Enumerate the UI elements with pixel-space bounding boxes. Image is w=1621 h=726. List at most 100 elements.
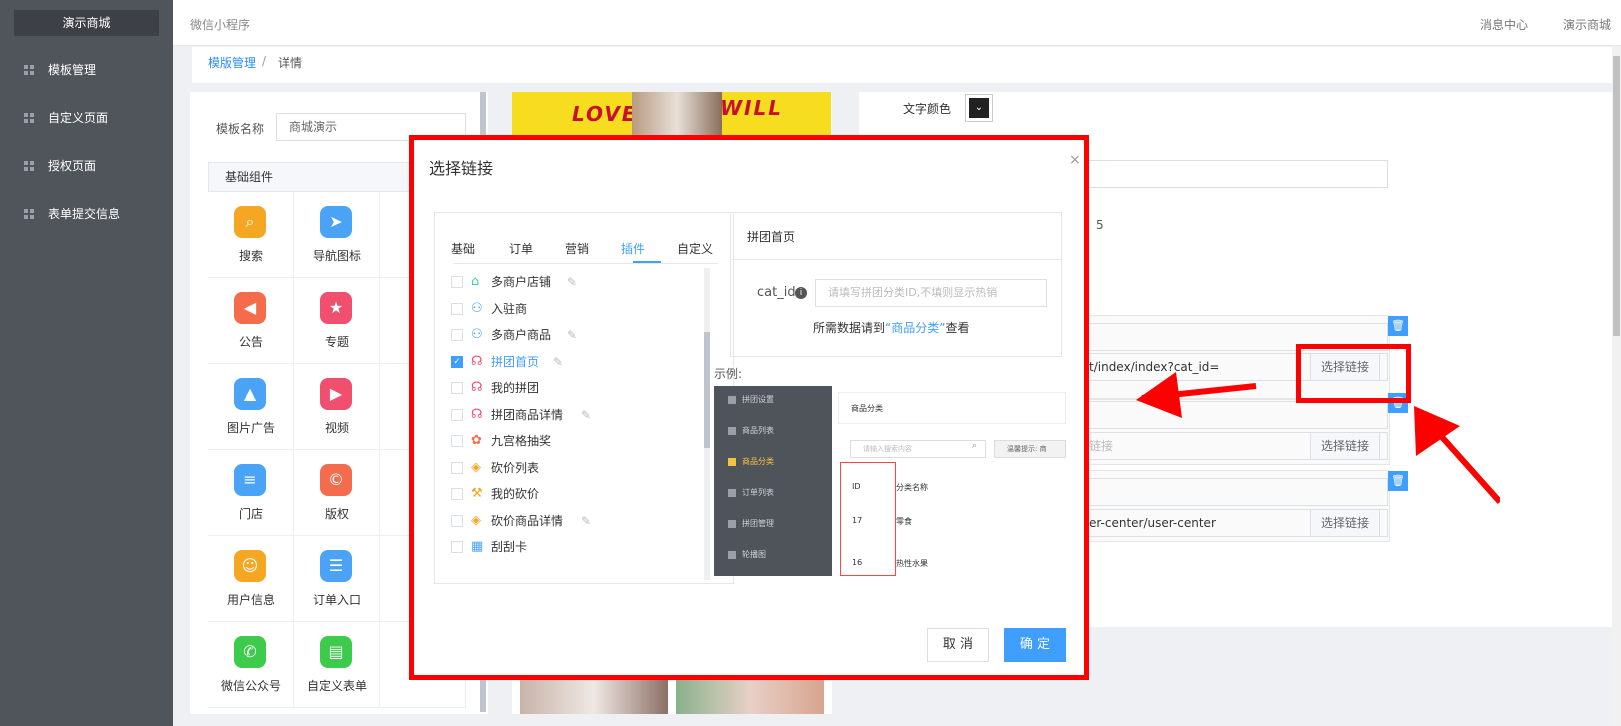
user-icon: ⚇ (471, 300, 483, 316)
sidebar-item-label: 授权页面 (48, 159, 97, 173)
shop-logo[interactable]: 演示商城 (14, 10, 159, 36)
info-icon[interactable]: i (795, 287, 807, 299)
component-item[interactable]: ▶ 视频 (294, 364, 380, 450)
count-value: 5 (1096, 218, 1104, 232)
list-item[interactable]: ◈ 砍价列表 (451, 455, 711, 481)
component-item[interactable]: ⌕ 搜索 (208, 192, 294, 278)
preview-photo[interactable] (676, 680, 824, 714)
list-item[interactable]: ⚇ 多商户商品 ✎ (451, 322, 711, 348)
edit-icon[interactable]: ✎ (553, 349, 563, 375)
tab-order[interactable]: 订单 (509, 240, 533, 257)
grid-icon (728, 396, 736, 404)
component-item[interactable]: ☰ 订单入口 (294, 536, 380, 622)
list-item-label: 多商户店铺 (491, 275, 552, 289)
topic-icon: ★ (320, 292, 352, 324)
sidebar-item-label: 自定义页面 (48, 111, 109, 125)
tab-basic[interactable]: 基础 (451, 240, 475, 257)
cat-id-input[interactable]: 请填写拼团分类ID,不填则显示热销 (815, 279, 1047, 307)
example-sidebar: 拼团设置 商品列表 商品分类 订单列表 拼团管理 轮播图 (714, 386, 832, 576)
list-item[interactable]: ✿ 九宫格抽奖 (451, 428, 711, 454)
bargain-icon: ◈ (471, 459, 481, 475)
checkbox[interactable] (451, 488, 463, 500)
list-item[interactable]: ✓ ☊ 拼团首页 ✎ (451, 349, 711, 375)
checkbox[interactable] (451, 329, 463, 341)
component-item[interactable]: ◀ 公告 (208, 278, 294, 364)
scrollbar-thumb[interactable] (704, 332, 710, 448)
product-category-link[interactable]: “商品分类” (885, 321, 945, 335)
component-label: 自定义表单 (306, 679, 367, 693)
tab-marketing[interactable]: 营销 (565, 240, 589, 257)
message-center-link[interactable]: 消息中心 (1480, 16, 1528, 33)
list-item[interactable]: ◈ 砍价商品详情 ✎ (451, 508, 711, 534)
example-sidebar-item: 轮播图 (742, 550, 766, 559)
list-item[interactable]: ▦ 刮刮卡 (451, 534, 711, 560)
component-label: 搜索 (238, 249, 263, 263)
tab-plugin[interactable]: 插件 (621, 240, 645, 257)
component-item[interactable]: ≡ 门店 (208, 450, 294, 536)
list-item-label: 拼团首页 (491, 354, 540, 369)
group-icon: ☊ (471, 353, 483, 369)
checkbox[interactable] (451, 461, 463, 474)
component-item[interactable]: ➤ 导航图标 (294, 192, 380, 278)
edit-icon[interactable]: ✎ (581, 508, 591, 534)
param-label: cat_id (757, 285, 796, 300)
list-item-label: 多商户商品 (491, 328, 552, 342)
component-item[interactable]: ✆ 微信公众号 (208, 622, 294, 708)
grid-icon (24, 161, 34, 171)
sidebar-item-auth-page[interactable]: 授权页面 (0, 146, 173, 186)
app-title[interactable]: 微信小程序 (190, 16, 250, 33)
text-color-picker[interactable]: ⌄ (965, 94, 993, 122)
scrollbar-thumb[interactable] (1613, 56, 1620, 336)
list-scrollbar[interactable] (704, 268, 710, 580)
confirm-button[interactable]: 确 定 (1004, 628, 1066, 662)
tab-custom[interactable]: 自定义 (677, 240, 713, 257)
banner-photo (632, 92, 722, 136)
top-header: 微信小程序 消息中心 演示商城 (173, 0, 1621, 46)
list-item[interactable]: ☊ 拼团商品详情 ✎ (451, 402, 711, 428)
sidebar-item-custom-page[interactable]: 自定义页面 (0, 98, 173, 138)
delete-icon[interactable]: 🗑 (1388, 316, 1408, 336)
sidebar-item-template-management[interactable]: 模板管理 (0, 50, 173, 90)
checkbox[interactable] (451, 435, 463, 447)
breadcrumb-parent[interactable]: 模版管理 (208, 54, 256, 71)
component-item[interactable]: ★ 专题 (294, 278, 380, 364)
user-icon: ⚇ (471, 327, 483, 342)
component-item[interactable]: ☺ 用户信息 (208, 536, 294, 622)
component-item[interactable]: ▲ 图片广告 (208, 364, 294, 450)
checkbox[interactable] (451, 382, 463, 394)
component-item[interactable]: © 版权 (294, 450, 380, 536)
grid-icon (728, 427, 736, 435)
component-label: 专题 (324, 335, 349, 349)
banner-image[interactable]: LOVE WILL (512, 92, 831, 136)
component-label: 导航图标 (312, 249, 361, 263)
edit-icon[interactable]: ✎ (567, 322, 577, 348)
search-icon: ⌕ (234, 206, 266, 238)
copyright-icon: © (320, 464, 352, 496)
grid-icon (24, 209, 34, 219)
cancel-button[interactable]: 取 消 (927, 628, 989, 662)
example-label: 示例: (714, 367, 743, 381)
edit-icon[interactable]: ✎ (567, 269, 577, 295)
checkbox[interactable] (451, 408, 463, 421)
checkbox[interactable] (451, 276, 463, 288)
settings-input[interactable] (1060, 160, 1388, 188)
checkbox[interactable]: ✓ (451, 355, 463, 368)
checkbox[interactable] (451, 514, 463, 527)
example-header: 商品分类 (838, 392, 1066, 424)
checkbox[interactable] (451, 302, 463, 315)
list-item[interactable]: ⚇ 入驻商 (451, 296, 711, 322)
list-item[interactable]: ⚒ 我的砍价 (451, 481, 711, 507)
edit-icon[interactable]: ✎ (581, 402, 591, 428)
example-table-head: 分类名称 (896, 483, 928, 492)
shop-menu[interactable]: 演示商城 (1563, 16, 1611, 33)
checkbox[interactable] (451, 541, 463, 553)
list-item[interactable]: ☊ 我的拼团 (451, 375, 711, 401)
preview-photo[interactable] (520, 680, 668, 714)
component-item[interactable]: ▤ 自定义表单 (294, 622, 380, 708)
list-item[interactable]: ⌂ 多商户店铺 ✎ (451, 269, 711, 295)
grid-icon (24, 65, 34, 75)
breadcrumb: 模版管理 / 详情 (192, 47, 1612, 83)
sidebar-item-form-submissions[interactable]: 表单提交信息 (0, 194, 173, 234)
page-scrollbar[interactable] (1612, 46, 1621, 726)
close-icon[interactable]: × (1069, 152, 1081, 168)
